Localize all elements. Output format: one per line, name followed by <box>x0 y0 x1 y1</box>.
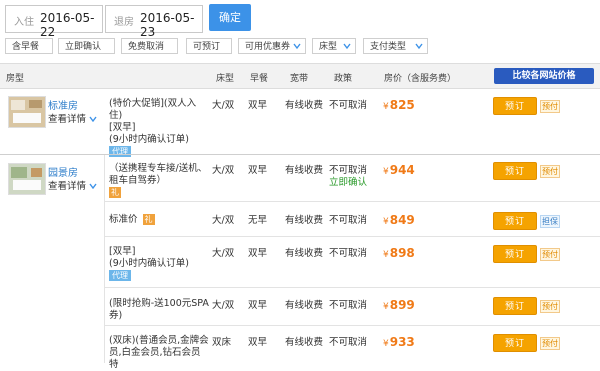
book-button[interactable]: 预订 <box>493 97 537 115</box>
header-broadband: 宽带 <box>290 74 309 84</box>
chevron-down-icon <box>89 183 97 190</box>
chevron-down-icon <box>415 43 423 50</box>
room-garden: 园景房 查看详情 <box>0 155 104 215</box>
offer-broadband: 有线收费 <box>285 248 324 259</box>
filter-bed-label: 床型 <box>319 42 338 52</box>
checkin-field[interactable]: 入住 2016-05-22 <box>5 5 103 39</box>
guarantee-badge: 担保 <box>540 215 560 228</box>
offer-price: ¥825 <box>383 98 415 112</box>
offer-policy: 不可取消 <box>329 215 368 226</box>
divider <box>104 325 600 326</box>
checkout-label: 退房 <box>114 17 134 28</box>
book-button[interactable]: 预订 <box>493 297 537 315</box>
book-button[interactable]: 预订 <box>493 162 537 180</box>
offer-policy: 不可取消 <box>329 100 368 111</box>
room-details-link[interactable]: 查看详情 <box>48 178 97 192</box>
room-name[interactable]: 标准房 <box>48 97 78 112</box>
offer-price: ¥899 <box>383 298 415 312</box>
filter-payment-dropdown[interactable]: 支付类型 <box>363 38 428 54</box>
room-standard: 标准房 查看详情 <box>0 88 104 154</box>
offer-bed: 双床 <box>212 337 232 348</box>
offer-bed: 大/双 <box>212 165 235 176</box>
filter-breakfast[interactable]: 含早餐 <box>5 38 53 54</box>
filter-bookable[interactable]: 可预订 <box>186 38 232 54</box>
prepay-badge: 预付 <box>540 300 560 313</box>
offer-breakfast: 双早 <box>248 248 268 259</box>
offer-breakfast: 双早 <box>248 100 268 111</box>
prepay-badge: 预付 <box>540 337 560 350</box>
book-button[interactable]: 预订 <box>493 212 537 230</box>
offer-desc: 标准价 礼 <box>109 214 155 225</box>
offer-price: ¥898 <box>383 246 415 260</box>
header-breakfast: 早餐 <box>250 74 269 84</box>
checkout-field[interactable]: 退房 2016-05-23 <box>105 5 203 39</box>
prepay-badge: 预付 <box>540 100 560 113</box>
offer-policy: 不可取消 <box>329 165 368 176</box>
offer-breakfast: 无早 <box>248 215 268 226</box>
offer-desc: (限时抢购-送100元SPA 券) <box>109 298 209 321</box>
offer-bed: 大/双 <box>212 100 235 111</box>
gift-badge: 礼 <box>142 214 155 225</box>
offer-price: ¥933 <box>383 335 415 349</box>
filter-bed-dropdown[interactable]: 床型 <box>312 38 356 54</box>
offer-breakfast: 双早 <box>248 300 268 311</box>
offer-broadband: 有线收费 <box>285 215 324 226</box>
offer-desc: (特价大促销](双人入住) [双早] (9小时内确认订单) 代理 <box>109 98 197 157</box>
gift-badge: 礼 <box>109 187 121 198</box>
checkin-label: 入住 <box>14 17 34 28</box>
offer-policy: 不可取消 <box>329 248 368 259</box>
offer-bed: 大/双 <box>212 300 235 311</box>
checkin-date: 2016-05-22 <box>40 11 95 39</box>
offer-desc: （送携程专车接/送机、 租车自驾券） 礼 <box>109 163 208 198</box>
offer-broadband: 有线收费 <box>285 300 324 311</box>
offer-breakfast: 双早 <box>248 337 268 348</box>
offer-breakfast: 双早 <box>248 165 268 176</box>
offer-desc: (双床)(普通会员,金牌会 员,白金会员,钻石会员 特 <box>109 335 209 370</box>
agent-badge: 代理 <box>109 270 131 281</box>
offer-policy: 不可取消 <box>329 300 368 311</box>
divider <box>104 201 600 202</box>
agent-badge: 代理 <box>109 146 131 157</box>
offer-policy: 不可取消 <box>329 337 368 348</box>
room-details-link[interactable]: 查看详情 <box>48 111 97 125</box>
chevron-down-icon <box>89 116 97 123</box>
confirm-button[interactable]: 确定 <box>209 4 251 31</box>
offer-broadband: 有线收费 <box>285 165 324 176</box>
offer-price: ¥944 <box>383 163 415 177</box>
offer-bed: 大/双 <box>212 248 235 259</box>
offer-bed: 大/双 <box>212 215 235 226</box>
header-policy: 政策 <box>334 74 353 84</box>
filter-instant-confirm[interactable]: 立即确认 <box>58 38 115 54</box>
checkout-date: 2016-05-23 <box>140 11 195 39</box>
prepay-badge: 预付 <box>540 248 560 261</box>
book-button[interactable]: 预订 <box>493 245 537 263</box>
compare-prices-button[interactable]: 比较各网站价格 <box>494 68 594 84</box>
divider <box>104 155 105 363</box>
book-button[interactable]: 预订 <box>493 334 537 352</box>
offer-broadband: 有线收费 <box>285 100 324 111</box>
header-price: 房价（含服务费） <box>384 74 457 84</box>
offer-instant-confirm: 立即确认 <box>329 177 368 188</box>
filter-payment-label: 支付类型 <box>370 42 407 52</box>
room-photo[interactable] <box>8 96 46 128</box>
offer-broadband: 有线收费 <box>285 337 324 348</box>
prepay-badge: 预付 <box>540 165 560 178</box>
divider <box>104 236 600 237</box>
header-bed: 床型 <box>216 74 235 84</box>
filter-coupon-dropdown[interactable]: 可用优惠券 <box>238 38 306 54</box>
offer-price: ¥849 <box>383 213 415 227</box>
header-room-type: 房型 <box>6 74 25 84</box>
chevron-down-icon <box>343 43 351 50</box>
room-photo[interactable] <box>8 163 46 195</box>
room-name[interactable]: 园景房 <box>48 164 78 179</box>
filter-coupon-label: 可用优惠券 <box>245 42 291 52</box>
offer-desc: [双早] (9小时内确认订单) 代理 <box>109 246 189 281</box>
chevron-down-icon <box>293 43 301 50</box>
divider <box>104 287 600 288</box>
filter-free-cancel[interactable]: 免费取消 <box>121 38 178 54</box>
